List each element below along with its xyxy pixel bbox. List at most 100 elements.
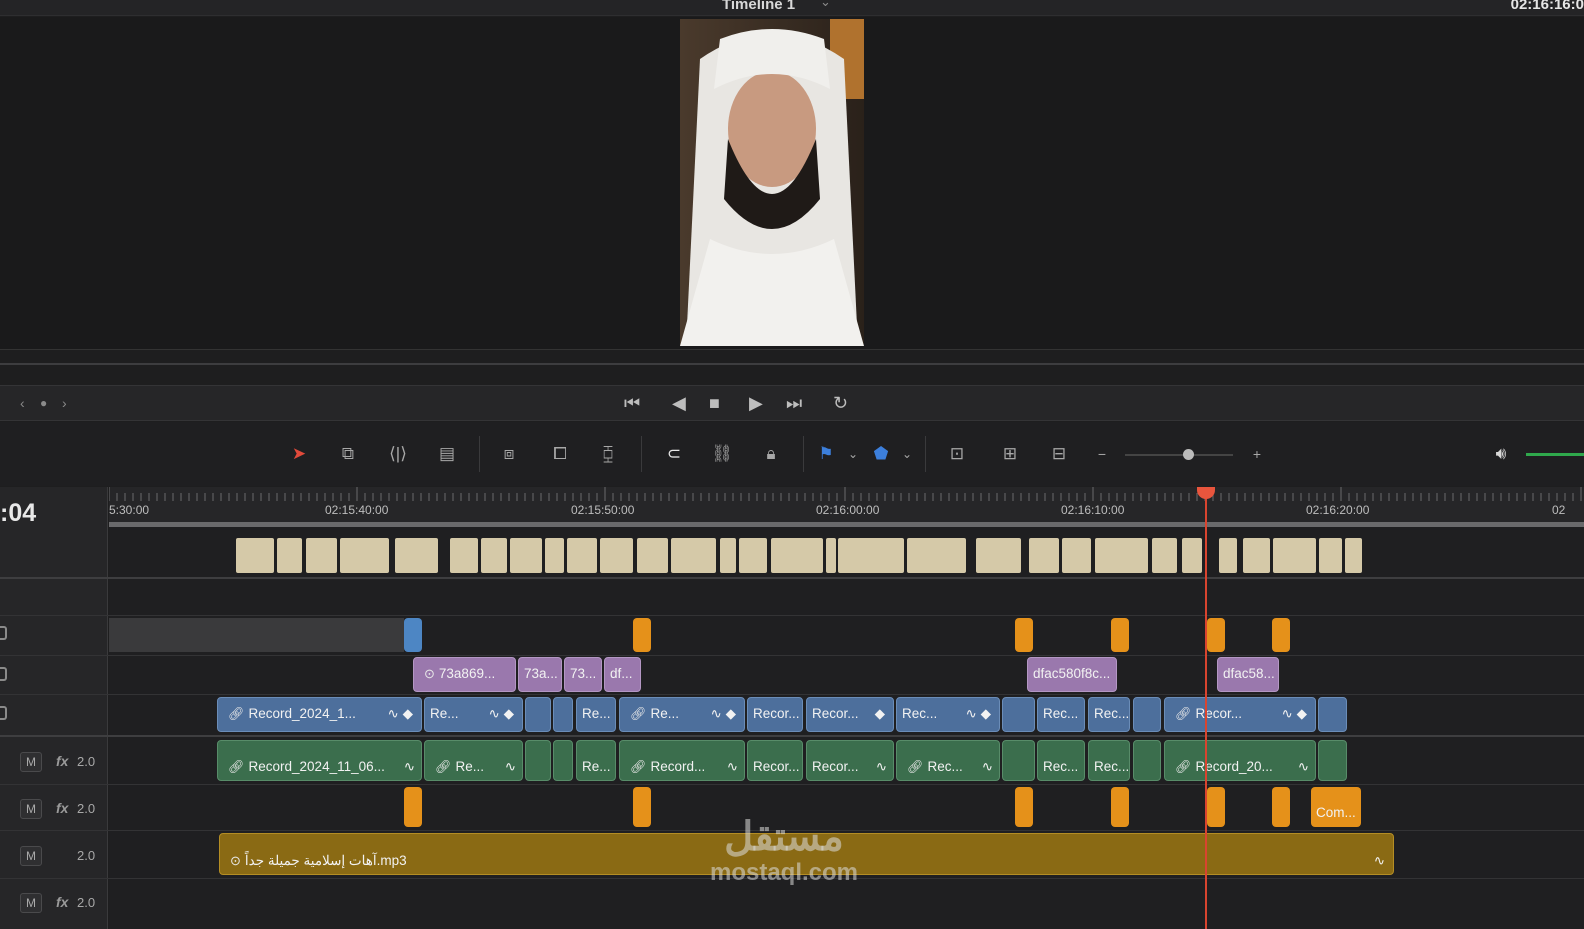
audio-clip[interactable]: Re... <box>576 740 616 781</box>
zoom-slider[interactable] <box>1125 454 1233 456</box>
subtitle-clip[interactable] <box>306 538 337 573</box>
audio-clip[interactable] <box>1133 740 1161 781</box>
audio-clip[interactable]: 🔗︎ Rec... ∿ <box>896 740 1000 781</box>
subtitle-clip[interactable] <box>277 538 302 573</box>
audio-clip[interactable]: 🔗︎ Record_20... ∿ <box>1164 740 1316 781</box>
audio-clip[interactable]: 🔗︎ Record... ∿ <box>619 740 745 781</box>
compound-clip[interactable]: dfac580f8c... <box>1027 657 1117 692</box>
viewer-scrubber[interactable] <box>0 363 1584 365</box>
subtitle-clip[interactable] <box>340 538 389 573</box>
zoom-detail-icon[interactable]: ⊞ <box>995 440 1025 468</box>
subtitle-clip[interactable] <box>720 538 736 573</box>
waveform-icon[interactable]: ∿ <box>505 741 516 780</box>
subtitle-clip[interactable] <box>838 538 904 573</box>
linked-selection-icon[interactable]: ⛓ <box>707 440 737 468</box>
video-clip[interactable]: Recor... <box>747 697 803 732</box>
replace-icon[interactable]: ⧮ <box>593 440 623 468</box>
zoom-custom-icon[interactable]: ⊟ <box>1044 440 1074 468</box>
video-clip[interactable] <box>1002 697 1035 732</box>
chevron-down-icon[interactable]: ⌄ <box>820 0 831 10</box>
adjustment-clip[interactable] <box>633 787 651 827</box>
audio-clip[interactable]: Recor... ∿ <box>806 740 894 781</box>
audio-clip[interactable]: Recor... <box>747 740 803 781</box>
subtitle-clip[interactable] <box>395 538 438 573</box>
subtitle-clip[interactable] <box>236 538 274 573</box>
overwrite-icon[interactable]: ⧠ <box>545 440 575 468</box>
chevron-down-icon[interactable]: ⌄ <box>892 440 922 468</box>
video-clip[interactable] <box>525 697 551 732</box>
audio-clip[interactable] <box>1002 740 1035 781</box>
skip-start-icon[interactable]: ⏮ <box>624 390 640 416</box>
subtitle-clip[interactable] <box>739 538 767 573</box>
playhead[interactable] <box>1205 487 1207 929</box>
audio-clip[interactable]: Rec... <box>1088 740 1130 781</box>
subtitle-clip[interactable] <box>1243 538 1270 573</box>
prev-frame-icon[interactable]: ◀ <box>672 390 686 416</box>
chevron-down-icon[interactable]: ⌄ <box>838 440 868 468</box>
zoom-full-icon[interactable]: ⊡ <box>942 440 972 468</box>
audio-clip[interactable] <box>525 740 551 781</box>
lock-icon[interactable] <box>0 667 7 681</box>
subtitle-clip[interactable] <box>671 538 716 573</box>
compound-audio-clip[interactable]: Com... <box>1311 787 1361 827</box>
keyframe-icon[interactable]: ∿ ◆ <box>489 698 514 730</box>
dot-icon[interactable]: ● <box>40 390 47 416</box>
subtitle-clip[interactable] <box>976 538 1021 573</box>
keyframe-icon[interactable]: ∿ ◆ <box>966 698 991 730</box>
compound-clip[interactable]: 73... <box>564 657 602 692</box>
compound-clip[interactable]: 73a... <box>518 657 562 692</box>
subtitle-clip[interactable] <box>1062 538 1091 573</box>
waveform-icon[interactable]: ∿ <box>404 741 415 780</box>
zoom-in-icon[interactable]: + <box>1242 440 1272 468</box>
keyframe-icon[interactable]: ◆ <box>875 698 885 730</box>
insert-icon[interactable]: ⧈ <box>494 440 524 468</box>
zoom-slider-handle[interactable] <box>1183 449 1194 460</box>
lock-icon[interactable] <box>0 706 7 720</box>
subtitle-clip[interactable] <box>1273 538 1316 573</box>
video-clip[interactable]: Rec... <box>1088 697 1130 732</box>
subtitle-clip[interactable] <box>510 538 542 573</box>
audio-clip[interactable]: Rec... <box>1037 740 1085 781</box>
audio-clip[interactable] <box>553 740 573 781</box>
dynamic-trim-icon[interactable]: ⟨|⟩ <box>383 440 413 468</box>
subtitle-clip[interactable] <box>907 538 966 573</box>
video-clip[interactable]: Re... ∿ ◆ <box>424 697 523 732</box>
waveform-icon[interactable]: ∿ <box>1374 834 1385 874</box>
subtitle-clip[interactable] <box>450 538 478 573</box>
compound-clip[interactable]: df... <box>604 657 641 692</box>
video-clip[interactable] <box>404 618 422 652</box>
video-clip[interactable]: Rec... <box>1037 697 1085 732</box>
subtitle-clip[interactable] <box>1029 538 1059 573</box>
video-clip[interactable]: 🔗︎ Re... ∿ ◆ <box>619 697 745 732</box>
mute-button[interactable]: M <box>20 893 42 913</box>
volume-icon[interactable]: 🔊︎ <box>1486 440 1516 468</box>
keyframe-icon[interactable]: ∿ ◆ <box>1282 698 1307 730</box>
position-lock-icon[interactable]: 🔒︎ <box>756 440 786 468</box>
subtitle-clip[interactable] <box>1319 538 1342 573</box>
adjustment-clip[interactable] <box>1015 787 1033 827</box>
video-clip[interactable]: Rec... ∿ ◆ <box>896 697 1000 732</box>
video-clip[interactable] <box>553 697 573 732</box>
video-clip[interactable]: Recor... ◆ <box>806 697 894 732</box>
subtitle-clip[interactable] <box>771 538 823 573</box>
selection-arrow-icon[interactable]: ➤ <box>284 440 314 468</box>
keyframe-icon[interactable]: ∿ ◆ <box>388 698 413 730</box>
blade-icon[interactable]: ▤ <box>432 440 462 468</box>
audio-clip[interactable]: 🔗︎ Re... ∿ <box>424 740 523 781</box>
video-clip[interactable]: 🔗︎ Record_2024_1... ∿ ◆ <box>217 697 422 732</box>
waveform-icon[interactable]: ∿ <box>982 741 993 780</box>
timeline-ruler[interactable]: 5:30:00 02:15:40:00 02:15:50:00 02:16:00… <box>109 487 1584 527</box>
mute-button[interactable]: M <box>20 799 42 819</box>
keyframe-icon[interactable]: ∿ ◆ <box>711 698 736 730</box>
play-icon[interactable]: ▶ <box>749 390 763 416</box>
mute-button[interactable]: M <box>20 846 42 866</box>
trim-icon[interactable]: ⧉ <box>333 440 363 468</box>
subtitle-clip[interactable] <box>826 538 836 573</box>
waveform-icon[interactable]: ∿ <box>876 741 887 780</box>
stop-icon[interactable]: ■ <box>709 390 720 416</box>
subtitle-clip[interactable] <box>567 538 597 573</box>
subtitle-clip[interactable] <box>1219 538 1237 573</box>
adjustment-clip[interactable] <box>1111 618 1129 652</box>
subtitle-clip[interactable] <box>545 538 564 573</box>
adjustment-clip[interactable] <box>1272 618 1290 652</box>
